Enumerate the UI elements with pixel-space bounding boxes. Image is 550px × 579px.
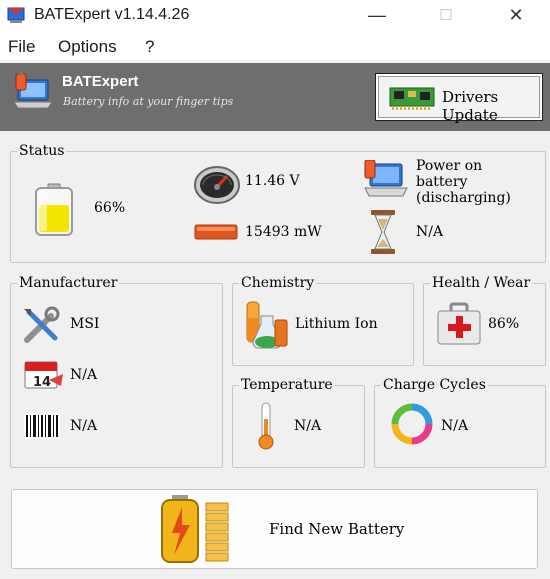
- health-value: 86%: [488, 316, 520, 332]
- cycle-arrows-icon: [391, 403, 433, 445]
- tools-icon: [24, 306, 60, 343]
- laptop-battery-icon: [13, 72, 53, 109]
- header-banner: BATExpert Battery info at your finger ti…: [0, 63, 550, 131]
- health-label: Health / Wear: [430, 274, 533, 292]
- charge-cycles-label: Charge Cycles: [381, 376, 488, 394]
- thermometer-icon: [258, 402, 274, 450]
- manufacturer-label: Manufacturer: [17, 274, 120, 292]
- power-rate-value: 15493 mW: [245, 224, 322, 240]
- find-new-battery-button[interactable]: Find New Battery: [11, 489, 538, 569]
- temperature-value: N/A: [294, 418, 322, 434]
- find-new-battery-label: Find New Battery: [269, 520, 405, 538]
- manufacture-date-value: N/A: [70, 367, 98, 383]
- speedometer-icon: [194, 166, 240, 204]
- window-title: BATExpert v1.14.4.26: [34, 6, 190, 23]
- menu-help[interactable]: ?: [145, 37, 154, 57]
- minimize-button[interactable]: —: [354, 0, 400, 30]
- charge-percent: 66%: [94, 200, 126, 216]
- status-label: Status: [17, 142, 67, 160]
- app-name: BATExpert: [62, 73, 139, 90]
- power-source-status: Power on battery (discharging): [416, 158, 511, 206]
- menu-options[interactable]: Options: [58, 37, 117, 57]
- barcode-icon: [24, 413, 60, 439]
- charge-cycles-value: N/A: [441, 418, 469, 434]
- circuit-board-icon: [389, 87, 435, 110]
- first-aid-kit-icon: [437, 302, 481, 345]
- chemistry-value: Lithium Ion: [295, 316, 378, 332]
- power-bar-icon: [194, 224, 238, 240]
- menu-bar: File Options ?: [0, 30, 550, 60]
- drivers-update-button[interactable]: Drivers Update: [375, 73, 543, 124]
- manufacturer-name: MSI: [70, 316, 100, 332]
- temperature-label: Temperature: [239, 376, 335, 394]
- svg-text:14: 14: [33, 375, 51, 390]
- title-bar: BATExpert v1.14.4.26 — ☐ ✕: [0, 0, 550, 30]
- time-remaining-value: N/A: [416, 224, 444, 240]
- chemistry-label: Chemistry: [239, 274, 317, 292]
- close-button[interactable]: ✕: [493, 0, 539, 30]
- maximize-button[interactable]: ☐: [423, 0, 469, 30]
- voltage-value: 11.46 V: [245, 173, 300, 189]
- laptop-power-icon: [364, 160, 408, 197]
- battery-level-icon: [35, 183, 73, 236]
- menu-file[interactable]: File: [8, 37, 35, 57]
- hourglass-icon: [371, 210, 395, 254]
- app-tagline: Battery info at your finger tips: [63, 95, 234, 108]
- drivers-update-label: Drivers Update: [442, 88, 499, 124]
- calendar-icon: 14: [24, 361, 63, 390]
- serial-number-value: N/A: [70, 418, 98, 434]
- app-icon: [7, 7, 25, 23]
- battery-search-icon: [161, 495, 229, 563]
- chemistry-flasks-icon: [246, 301, 288, 349]
